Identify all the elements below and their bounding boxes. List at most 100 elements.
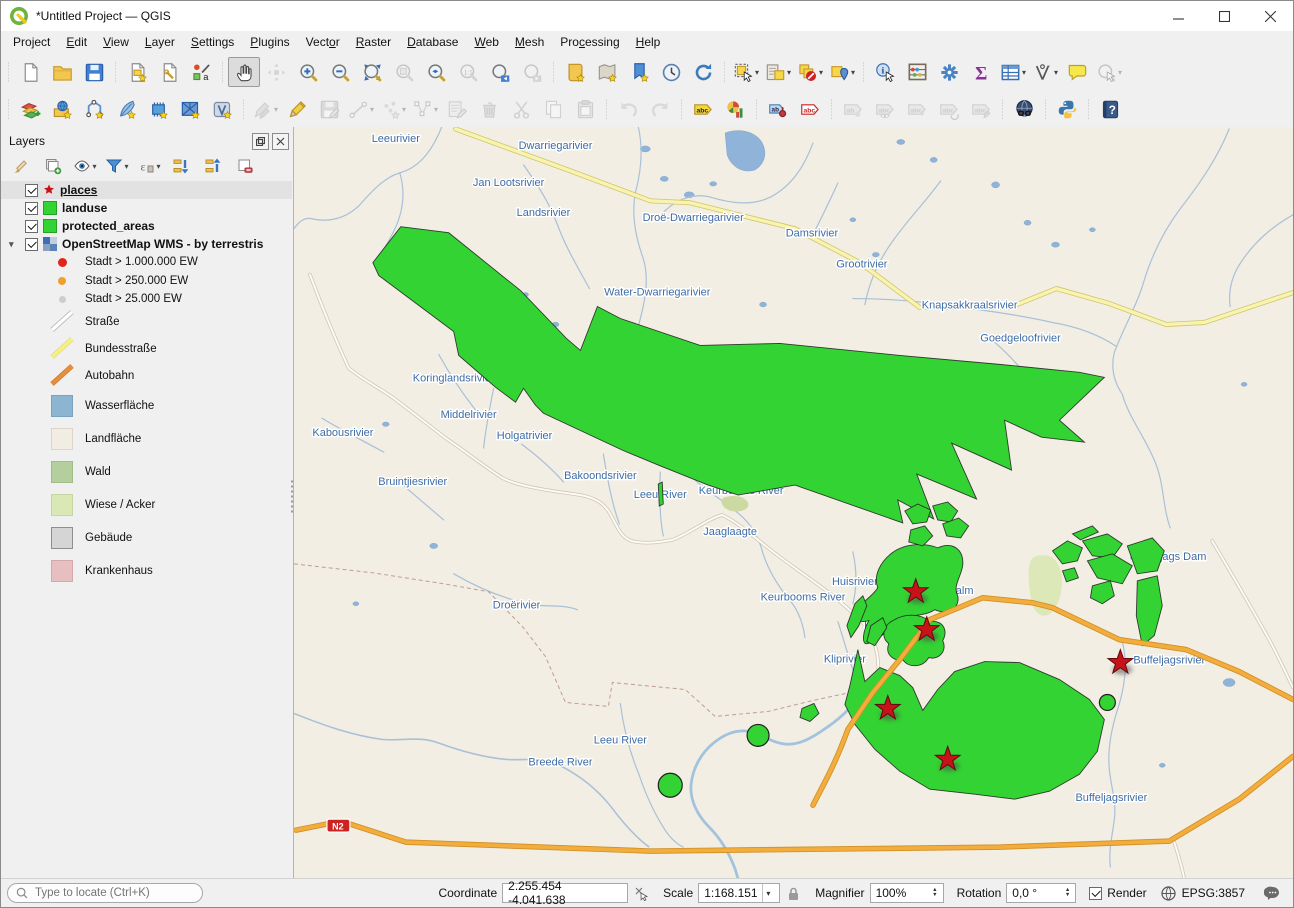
processing-toolbox-button[interactable] (933, 57, 965, 87)
panel-float-button[interactable] (252, 133, 269, 150)
legend-item[interactable]: Stadt > 250.000 EW (1, 272, 292, 291)
zoom-in-button[interactable] (292, 57, 324, 87)
deselect-features-button[interactable]: ▾ (794, 57, 826, 87)
collapse-all-button[interactable] (199, 153, 227, 179)
open-project-button[interactable] (46, 57, 78, 87)
maximize-button[interactable] (1201, 1, 1247, 31)
layer-diagram-button[interactable] (719, 94, 751, 124)
toolbar-grip[interactable] (220, 61, 225, 83)
lock-icon[interactable] (785, 885, 802, 902)
toolbar-grip[interactable] (241, 98, 246, 120)
current-edits-dropdown-arrow[interactable]: ▾ (274, 105, 278, 114)
select-by-value-button[interactable]: ▾ (762, 57, 794, 87)
legend-item[interactable]: Krankenhaus (1, 555, 292, 588)
zoom-out-button[interactable] (324, 57, 356, 87)
open-attribute-table-button[interactable]: ▾ (997, 57, 1029, 87)
remove-layer-button[interactable] (231, 153, 259, 179)
layer-checkbox[interactable] (25, 184, 38, 197)
scale-dropdown-arrow[interactable]: ▾ (762, 884, 775, 902)
toolbar-grip[interactable] (6, 61, 11, 83)
select-by-location-button[interactable]: ▾ (826, 57, 858, 87)
open-layer-styling-button[interactable] (7, 153, 35, 179)
show-statistics-button[interactable]: Σ (965, 57, 997, 87)
rotation-spinbox[interactable]: 0,0 ° ▲▼ (1006, 883, 1076, 903)
menu-help[interactable]: Help (628, 32, 669, 52)
filter-legend-dropdown-arrow[interactable]: ▾ (124, 162, 128, 171)
identify-features-button[interactable]: i (869, 57, 901, 87)
legend-item[interactable]: Landfläche (1, 423, 292, 456)
legend-item[interactable]: Gebäude (1, 522, 292, 555)
zoom-to-layer-button[interactable] (420, 57, 452, 87)
layer-checkbox[interactable] (25, 202, 38, 215)
rotation-spin-arrows[interactable]: ▲▼ (1065, 888, 1070, 898)
locate-search[interactable] (7, 883, 203, 903)
layer-row-protected_areas[interactable]: protected_areas (1, 217, 292, 235)
menu-project[interactable]: Project (5, 32, 58, 52)
new-virtual-layer-button[interactable] (206, 94, 238, 124)
new-memory-layer-button[interactable] (142, 94, 174, 124)
new-print-layout-button[interactable] (121, 57, 153, 87)
menu-edit[interactable]: Edit (58, 32, 95, 52)
digitize-segment-dropdown-arrow[interactable]: ▾ (370, 105, 374, 114)
label-rules-button[interactable]: abc (794, 94, 826, 124)
new-spatial-bookmark-button[interactable] (559, 57, 591, 87)
zoom-full-extent-button[interactable] (356, 57, 388, 87)
menu-layer[interactable]: Layer (137, 32, 183, 52)
toolbar-grip[interactable] (829, 98, 834, 120)
toolbar-grip[interactable] (1043, 98, 1048, 120)
toggle-editing-button[interactable] (281, 94, 313, 124)
toolbar-grip[interactable] (754, 98, 759, 120)
pin-labels-button[interactable]: ab (762, 94, 794, 124)
new-spatialite-layer-button[interactable] (110, 94, 142, 124)
legend-item[interactable]: Stadt > 25.000 EW (1, 290, 292, 309)
menu-mesh[interactable]: Mesh (507, 32, 552, 52)
legend-item[interactable]: Autobahn (1, 363, 292, 390)
select-by-location-dropdown-arrow[interactable]: ▾ (851, 68, 855, 77)
layer-row-openstreetmap[interactable]: ▾OpenStreetMap WMS - by terrestris (1, 235, 292, 253)
measure-button[interactable]: °▾ (1029, 57, 1061, 87)
new-geopackage-layer-button[interactable] (46, 94, 78, 124)
legend-item[interactable]: Wasserfläche (1, 390, 292, 423)
filter-by-expression-button[interactable]: ε▾ (135, 153, 163, 179)
coordinate-box[interactable]: 2.255.454 -4.041.638 (502, 883, 628, 903)
python-console-button[interactable] (1051, 94, 1083, 124)
open-attribute-table-dropdown-arrow[interactable]: ▾ (1022, 68, 1026, 77)
toolbar-grip[interactable] (604, 98, 609, 120)
legend-item[interactable]: Wiese / Acker (1, 489, 292, 522)
menu-processing[interactable]: Processing (552, 32, 627, 52)
layer-labeling-button[interactable]: abc (687, 94, 719, 124)
select-by-value-dropdown-arrow[interactable]: ▾ (787, 68, 791, 77)
extents-toggle-icon[interactable] (633, 885, 650, 902)
menu-vector[interactable]: Vector (298, 32, 348, 52)
measure-dropdown-arrow[interactable]: ▾ (1054, 68, 1058, 77)
data-source-manager-button[interactable] (14, 94, 46, 124)
zoom-last-button[interactable] (484, 57, 516, 87)
new-shapefile-layer-button[interactable] (78, 94, 110, 124)
minimize-button[interactable] (1155, 1, 1201, 31)
pan-map-button[interactable] (228, 57, 260, 87)
layer-checkbox[interactable] (25, 238, 38, 251)
digitize-shape-dropdown-arrow[interactable]: ▾ (402, 105, 406, 114)
legend-item[interactable]: Straße (1, 309, 292, 336)
toolbar-grip[interactable] (113, 61, 118, 83)
select-features-dropdown-arrow[interactable]: ▾ (755, 68, 759, 77)
layer-checkbox[interactable] (25, 220, 38, 233)
toolbar-grip[interactable] (1000, 98, 1005, 120)
vertex-tool-dropdown-arrow[interactable]: ▾ (434, 105, 438, 114)
layer-row-landuse[interactable]: landuse (1, 199, 292, 217)
new-project-button[interactable] (14, 57, 46, 87)
toolbar-grip[interactable] (1086, 98, 1091, 120)
refresh-map-button[interactable] (687, 57, 719, 87)
map-canvas[interactable]: LeeurivierDwarriegarivierJan Lootsrivier… (294, 127, 1293, 879)
save-project-button[interactable] (78, 57, 110, 87)
deselect-features-dropdown-arrow[interactable]: ▾ (819, 68, 823, 77)
show-bookmark-manager-button[interactable] (623, 57, 655, 87)
toolbar-grip[interactable] (551, 61, 556, 83)
show-spatial-bookmarks-button[interactable] (591, 57, 623, 87)
toolbar-grip[interactable] (6, 98, 11, 120)
toolbar-grip[interactable] (679, 98, 684, 120)
scale-combo[interactable]: 1:168.151 ▾ (698, 883, 780, 903)
new-mesh-layer-button[interactable] (174, 94, 206, 124)
select-features-button[interactable]: ▾ (730, 57, 762, 87)
menu-web[interactable]: Web (466, 32, 506, 52)
